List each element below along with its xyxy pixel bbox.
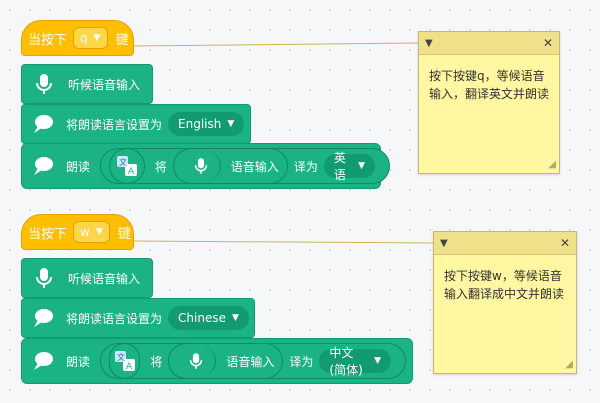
key-dropdown[interactable]: w ▼	[73, 221, 110, 243]
microphone-icon	[32, 72, 56, 96]
translate-to-label: 译为	[289, 354, 314, 369]
hat-prefix: 当按下	[28, 226, 68, 242]
speech-bubble-icon	[32, 306, 54, 330]
workspace[interactable]: 当按下 q ▼ 键 听候语音输入 将朗读语言设置为 English ▼ 朗读 文…	[0, 0, 600, 403]
caret-down-icon: ▼	[358, 161, 365, 171]
caret-down-icon[interactable]: ▼	[425, 38, 433, 49]
set-language-label: 将朗读语言设置为	[66, 117, 163, 132]
speak-label: 朗读	[66, 354, 91, 369]
key-value: w	[80, 225, 90, 239]
speak-translated-block[interactable]: 朗读 文A 将 语音输入 译为 中文(简体) ▼	[21, 338, 413, 384]
microphone-icon	[32, 266, 56, 290]
resize-grip-icon[interactable]: ◢	[548, 159, 556, 170]
svg-text:A: A	[126, 362, 133, 372]
listen-voice-block[interactable]: 听候语音输入	[21, 258, 153, 298]
hat-suffix: 键	[117, 226, 131, 242]
translate-icon: 文A	[109, 148, 145, 184]
listen-label: 听候语音输入	[68, 77, 141, 92]
hat-prefix: 当按下	[28, 32, 68, 48]
set-speak-language-block[interactable]: 将朗读语言设置为 Chinese ▼	[21, 298, 255, 338]
speech-bubble-icon	[32, 112, 54, 136]
svg-text:文: 文	[119, 157, 127, 167]
voice-input-label: 语音输入	[226, 354, 275, 369]
close-icon[interactable]: ✕	[543, 36, 553, 50]
svg-text:文: 文	[117, 352, 125, 362]
when-key-pressed-hat-w[interactable]: 当按下 w ▼ 键	[21, 214, 134, 250]
set-speak-language-block[interactable]: 将朗读语言设置为 English ▼	[21, 104, 251, 144]
comment-note-2[interactable]: ▼ ✕ 按下按键w，等候语音输入翻译成中文并朗读 ◢	[433, 231, 577, 374]
key-dropdown[interactable]: q ▼	[73, 27, 108, 49]
language-value: English	[178, 117, 222, 131]
resize-grip-icon[interactable]: ◢	[565, 359, 573, 370]
voice-input-reporter[interactable]: 语音输入	[168, 343, 284, 379]
listen-label: 听候语音输入	[68, 271, 141, 286]
note-text[interactable]: 按下按键w，等候语音输入翻译成中文并朗读	[434, 255, 576, 315]
voice-input-reporter[interactable]: 语音输入	[172, 148, 288, 184]
comment-note-1[interactable]: ▼ ✕ 按下按键q，等候语音输入，翻译英文并朗读 ◢	[418, 31, 560, 174]
translate-icon: 文A	[109, 343, 141, 379]
close-icon[interactable]: ✕	[560, 236, 570, 250]
target-language-dropdown[interactable]: 英语 ▼	[323, 151, 375, 182]
note-header[interactable]: ▼ ✕	[419, 32, 559, 55]
caret-down-icon: ▼	[227, 119, 235, 129]
note-header[interactable]: ▼ ✕	[434, 232, 576, 255]
voice-input-label: 语音输入	[230, 159, 279, 174]
speak-translated-block[interactable]: 朗读 文A 将 语音输入 译为 英语 ▼	[21, 143, 390, 189]
translate-to-label: 译为	[293, 159, 318, 174]
speak-label: 朗读	[66, 159, 91, 174]
connector-label: 将	[150, 354, 163, 369]
hat-suffix: 键	[115, 32, 129, 48]
when-key-pressed-hat-q[interactable]: 当按下 q ▼ 键	[21, 20, 134, 56]
target-language-value: 中文(简体)	[329, 346, 363, 377]
microphone-icon	[181, 151, 221, 181]
svg-text:A: A	[128, 167, 135, 177]
language-value: Chinese	[178, 311, 226, 325]
language-dropdown[interactable]: Chinese ▼	[168, 306, 249, 330]
caret-down-icon: ▼	[95, 227, 103, 237]
listen-voice-block[interactable]: 听候语音输入	[21, 64, 153, 104]
set-language-label: 将朗读语言设置为	[66, 311, 163, 326]
target-language-dropdown[interactable]: 中文(简体) ▼	[319, 346, 391, 377]
caret-down-icon: ▼	[374, 356, 381, 366]
caret-down-icon: ▼	[231, 313, 239, 323]
target-language-value: 英语	[333, 151, 346, 182]
connector-label: 将	[154, 159, 167, 174]
translate-reporter[interactable]: 文A 将 语音输入 译为 中文(简体) ▼	[100, 343, 406, 379]
caret-down-icon[interactable]: ▼	[440, 238, 448, 249]
translate-reporter[interactable]: 文A 将 语音输入 译为 英语 ▼	[100, 148, 390, 184]
speech-bubble-icon	[32, 349, 54, 373]
microphone-icon	[177, 346, 217, 376]
key-value: q	[80, 31, 88, 45]
note-text[interactable]: 按下按键q，等候语音输入，翻译英文并朗读	[419, 55, 559, 115]
language-dropdown[interactable]: English ▼	[168, 112, 245, 136]
caret-down-icon: ▼	[93, 33, 101, 43]
speech-bubble-icon	[32, 154, 54, 178]
